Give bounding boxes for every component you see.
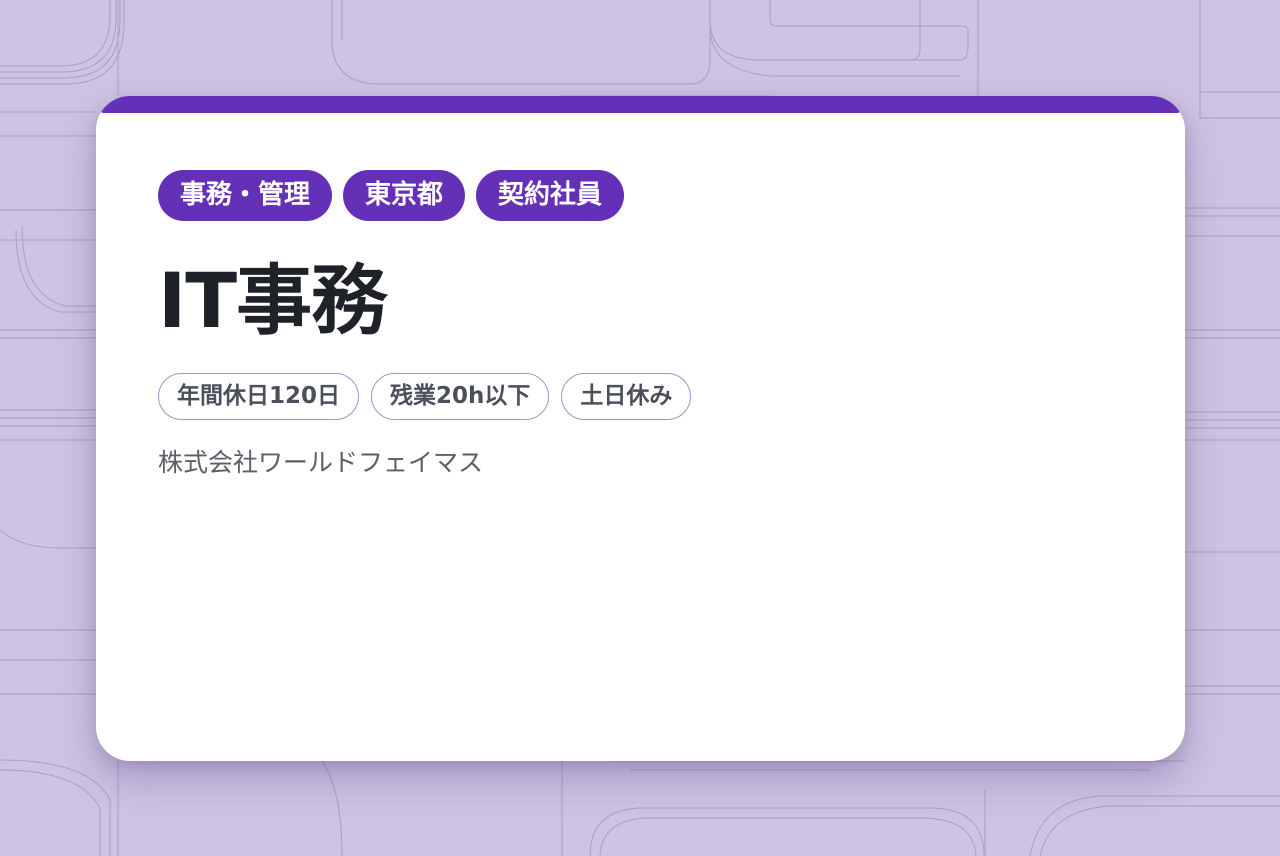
tag-category: 事務・管理 [158,170,333,221]
tag-location: 東京都 [343,170,466,221]
job-title: IT事務 [158,256,387,345]
card-accent-bar [96,96,1185,113]
category-tags: 事務・管理 東京都 契約社員 [158,170,625,221]
feature-overtime: 残業20h以下 [371,373,550,420]
feature-tags: 年間休日120日 残業20h以下 土日休み [158,373,692,420]
company-name: 株式会社ワールドフェイマス [158,448,484,477]
feature-annual-holidays: 年間休日120日 [158,373,360,420]
page-background: 事務・管理 東京都 契約社員 IT事務 年間休日120日 残業20h以下 土日休… [0,0,1280,856]
tag-employment-type: 契約社員 [476,170,625,221]
job-card[interactable]: 事務・管理 東京都 契約社員 IT事務 年間休日120日 残業20h以下 土日休… [96,96,1185,761]
feature-weekends-off: 土日休み [561,373,692,420]
